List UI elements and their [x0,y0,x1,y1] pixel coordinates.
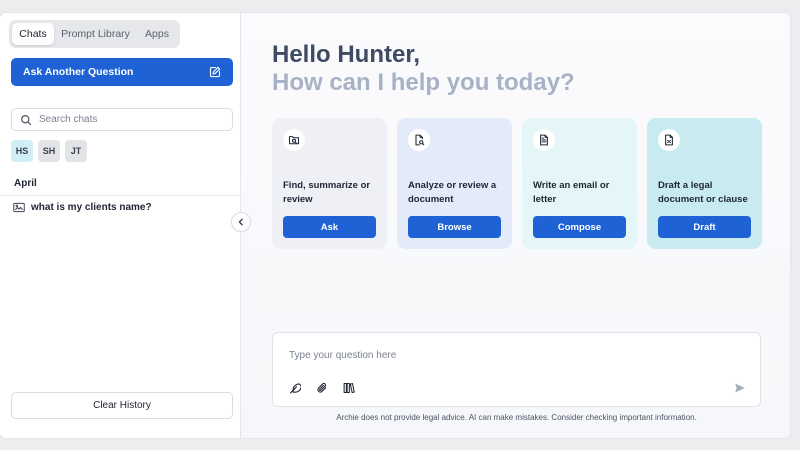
chat-group-label: April [14,178,37,189]
card-ask: Find, summarize or review Ask [272,118,387,249]
search-chats [11,108,233,131]
app-window: Chats Prompt Library Apps Ask Another Qu… [0,13,790,438]
doc-search-icon [415,134,425,146]
greeting-title: Hello Hunter, [272,41,421,68]
avatar-hs[interactable]: HS [11,140,33,162]
browse-button[interactable]: Browse [408,216,501,238]
card-description: Write an email or letter [533,180,610,205]
compose-button[interactable]: Compose [533,216,626,238]
disclaimer-text: Archie does not provide legal advice. AI… [336,413,697,422]
library-button[interactable] [343,381,355,394]
chat-image-icon [13,202,25,213]
question-input[interactable] [289,347,729,363]
chat-list-item[interactable]: what is my clients name? [13,202,152,213]
tab-chats[interactable]: Chats [12,23,54,45]
feather-icon [289,383,302,394]
search-icon [21,114,32,125]
card-compose: Write an email or letter Compose [522,118,637,249]
ask-button[interactable]: Ask [283,216,376,238]
card-browse: Analyze or review a document Browse [397,118,512,249]
main-panel: Hello Hunter, How can I help you today? … [241,13,790,438]
search-input[interactable] [39,114,219,125]
prompt-tool-button[interactable] [289,381,302,394]
library-icon [343,382,355,394]
edit-icon [209,66,221,78]
user-filter-avatars: HS SH JT [11,140,87,162]
ask-button-label: Ask Another Question [23,66,134,78]
greeting-subtitle: How can I help you today? [272,69,575,96]
draft-button[interactable]: Draft [658,216,751,238]
divider [0,195,240,196]
paperclip-icon [317,382,327,393]
card-draft: Draft a legal document or clause Draft [647,118,762,249]
search-doc-icon [288,136,300,145]
sidebar-tabs: Chats Prompt Library Apps [9,20,180,48]
question-composer [272,332,761,407]
chat-item-title: what is my clients name? [31,202,152,213]
attach-button[interactable] [316,381,328,393]
card-icon-wrap [533,129,555,151]
clear-history-button[interactable]: Clear History [11,392,233,419]
send-button[interactable] [734,381,746,393]
card-description: Analyze or review a document [408,180,497,205]
card-icon-wrap [658,129,680,151]
chevron-left-icon [238,218,243,226]
sidebar: Chats Prompt Library Apps Ask Another Qu… [0,13,241,438]
tab-apps[interactable]: Apps [137,23,177,45]
ask-another-question-button[interactable]: Ask Another Question [11,58,233,86]
document-icon [540,134,548,146]
collapse-sidebar-button[interactable] [231,212,251,232]
tab-prompt-library[interactable]: Prompt Library [54,23,137,45]
card-icon-wrap [283,129,305,151]
avatar-jt[interactable]: JT [65,140,87,162]
avatar-sh[interactable]: SH [38,140,60,162]
send-icon [735,383,745,393]
legal-doc-icon [665,134,673,146]
card-description: Find, summarize or review [283,180,371,205]
card-icon-wrap [408,129,430,151]
card-description: Draft a legal document or clause [658,180,748,205]
